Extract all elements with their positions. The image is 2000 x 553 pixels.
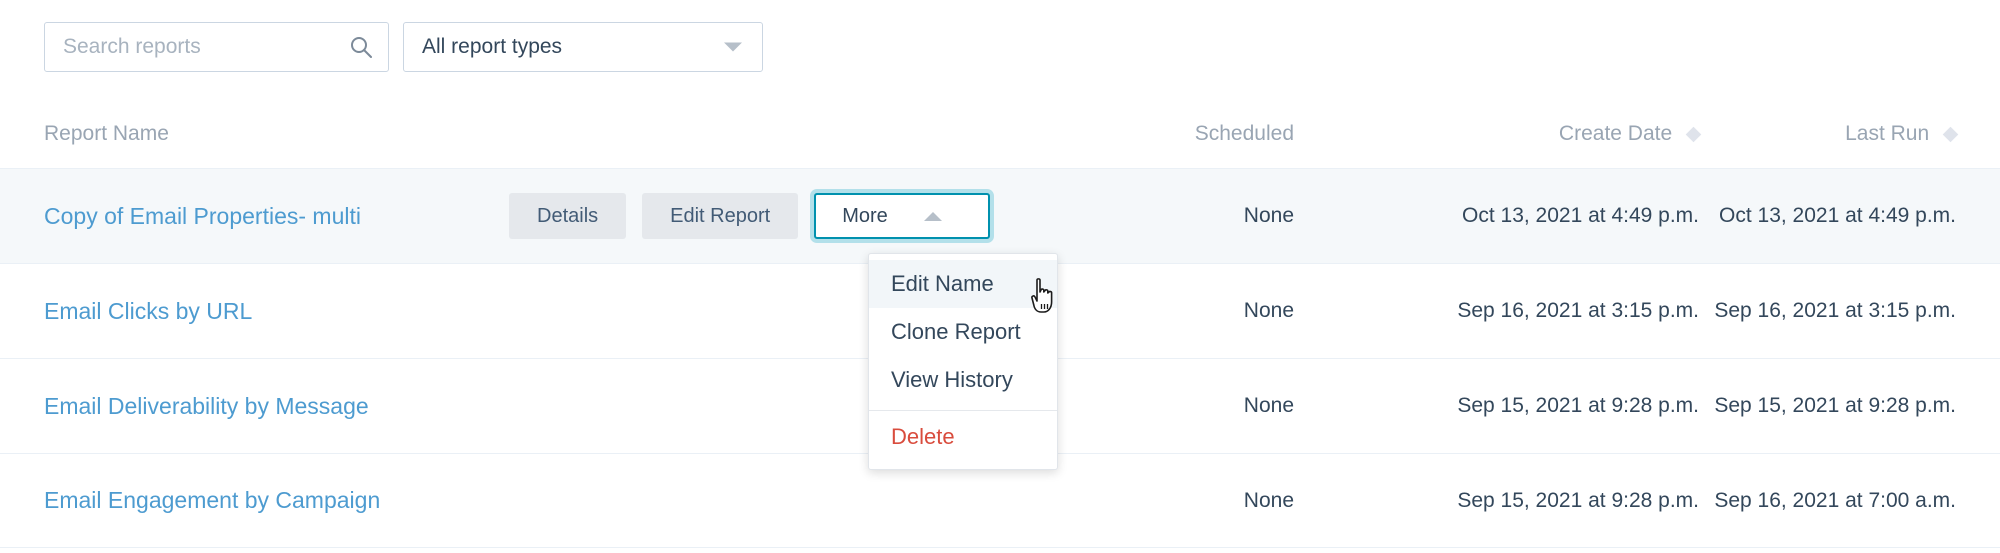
- menu-item-edit-name[interactable]: Edit Name: [869, 260, 1057, 308]
- more-button[interactable]: More: [814, 193, 990, 239]
- column-header-scheduled[interactable]: Scheduled: [1034, 122, 1304, 146]
- chevron-up-icon: [924, 212, 942, 221]
- column-header-report-name[interactable]: Report Name: [44, 122, 509, 146]
- create-date-cell: Sep 15, 2021 at 9:28 p.m.: [1304, 489, 1699, 513]
- edit-report-button[interactable]: Edit Report: [642, 193, 798, 239]
- report-name-cell: Copy of Email Properties- multi: [44, 203, 509, 230]
- scheduled-cell: None: [1034, 299, 1304, 323]
- report-name-cell: Email Clicks by URL: [44, 298, 509, 325]
- more-dropdown-menu: Edit Name Clone Report View History Dele…: [868, 253, 1058, 470]
- column-header-last-run[interactable]: Last Run: [1699, 122, 1956, 146]
- menu-item-clone-report[interactable]: Clone Report: [869, 308, 1057, 356]
- more-button-label: More: [842, 205, 888, 228]
- scheduled-cell: None: [1034, 489, 1304, 513]
- report-name-link[interactable]: Copy of Email Properties- multi: [44, 203, 361, 229]
- table-header-row: Report Name Scheduled Create Date Last R…: [0, 100, 2000, 168]
- report-name-cell: Email Deliverability by Message: [44, 393, 509, 420]
- last-run-cell: Sep 16, 2021 at 3:15 p.m.: [1699, 299, 1956, 323]
- last-run-cell: Sep 15, 2021 at 9:28 p.m.: [1699, 394, 1956, 418]
- table-row[interactable]: Copy of Email Properties- multi Details …: [0, 168, 2000, 263]
- menu-divider: [869, 410, 1057, 411]
- details-button[interactable]: Details: [509, 193, 626, 239]
- column-header-create-date[interactable]: Create Date: [1304, 122, 1699, 146]
- row-actions: Details Edit Report More: [509, 193, 1034, 239]
- report-name-link[interactable]: Email Engagement by Campaign: [44, 487, 380, 513]
- scheduled-cell: None: [1034, 394, 1304, 418]
- report-name-link[interactable]: Email Clicks by URL: [44, 298, 252, 324]
- report-name-cell: Email Engagement by Campaign: [44, 487, 509, 514]
- report-type-select-value: All report types: [404, 35, 562, 59]
- column-header-create-date-label: Create Date: [1559, 122, 1672, 145]
- menu-item-delete[interactable]: Delete: [869, 413, 1057, 461]
- sort-indicator-icon: [1943, 127, 1959, 143]
- create-date-cell: Sep 16, 2021 at 3:15 p.m.: [1304, 299, 1699, 323]
- create-date-cell: Oct 13, 2021 at 4:49 p.m.: [1304, 204, 1699, 228]
- create-date-cell: Sep 15, 2021 at 9:28 p.m.: [1304, 394, 1699, 418]
- chevron-down-icon: [724, 43, 742, 52]
- search-input[interactable]: [45, 23, 388, 71]
- report-type-select[interactable]: All report types: [403, 22, 763, 72]
- filter-toolbar: All report types: [44, 22, 763, 72]
- search-reports-field[interactable]: [44, 22, 389, 72]
- last-run-cell: Oct 13, 2021 at 4:49 p.m.: [1699, 204, 1956, 228]
- menu-item-view-history[interactable]: View History: [869, 356, 1057, 404]
- last-run-cell: Sep 16, 2021 at 7:00 a.m.: [1699, 489, 1956, 513]
- reports-list-page: All report types Report Name Scheduled C…: [0, 0, 2000, 553]
- column-header-last-run-label: Last Run: [1845, 122, 1929, 145]
- scheduled-cell: None: [1034, 204, 1304, 228]
- report-name-link[interactable]: Email Deliverability by Message: [44, 393, 369, 419]
